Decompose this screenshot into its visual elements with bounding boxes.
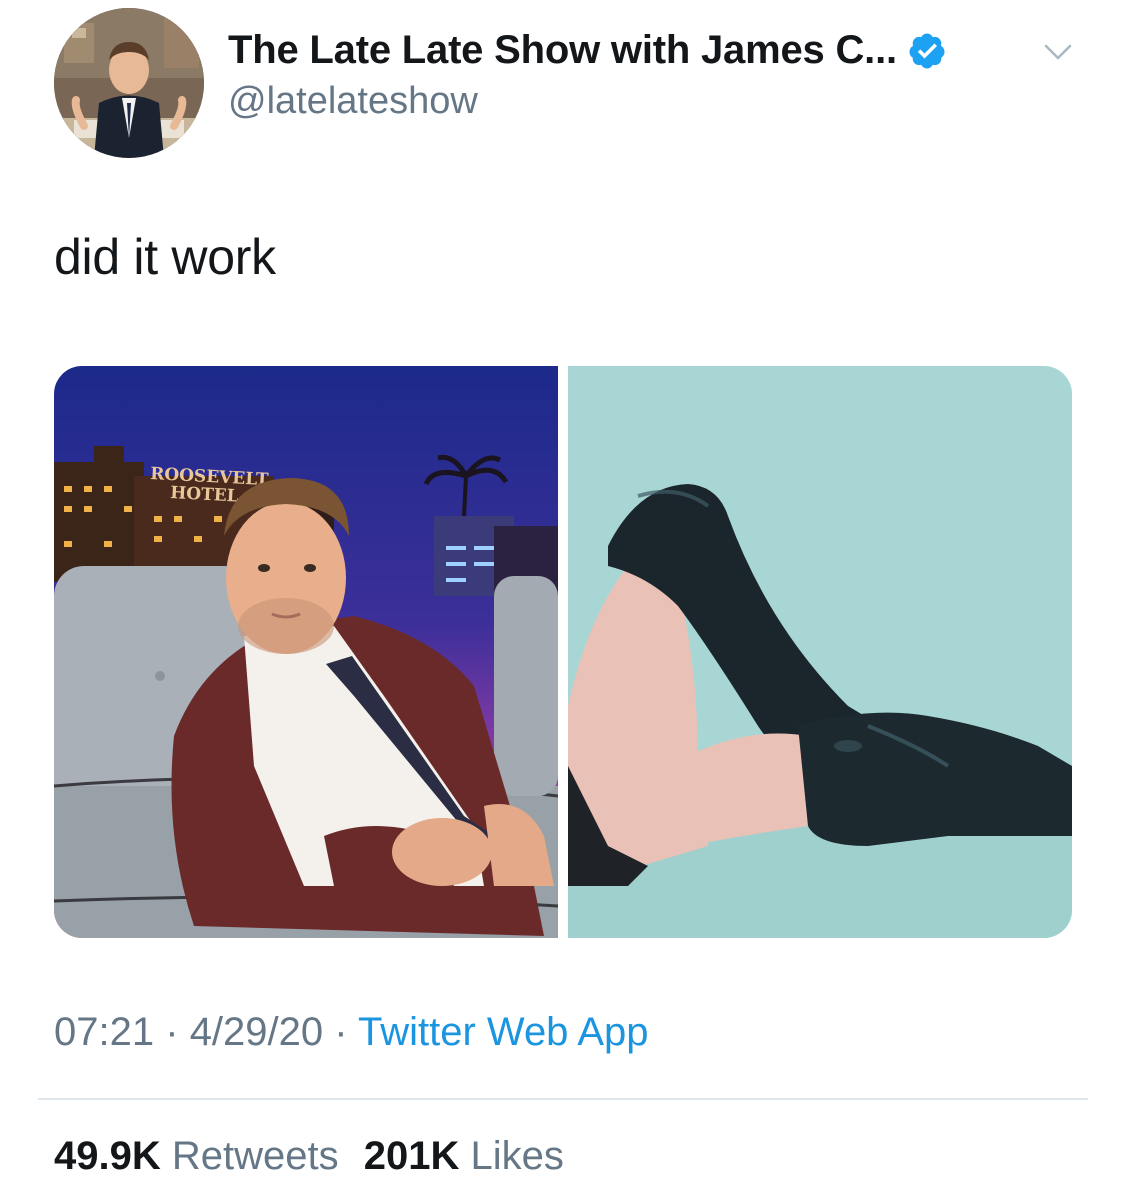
avatar[interactable] — [54, 8, 204, 158]
meta-separator: · — [165, 1010, 179, 1054]
name-row: The Late Late Show with James C... — [228, 28, 947, 73]
chevron-down-icon[interactable] — [1040, 40, 1076, 64]
handle[interactable]: @latelateshow — [228, 80, 478, 123]
media-photo-right[interactable] — [568, 366, 1072, 938]
photo-legs-in-boots — [568, 366, 1072, 938]
tweet-date[interactable]: 4/29/20 — [190, 1010, 323, 1054]
tweet-stats: 49.9K Retweets 201K Likes — [54, 1134, 564, 1179]
tweet-source-link[interactable]: Twitter Web App — [358, 1010, 649, 1054]
media-grid: ROOSEVELT HOTEL — [54, 366, 1072, 938]
meta-separator: · — [334, 1010, 348, 1054]
tweet-time[interactable]: 07:21 — [54, 1010, 154, 1054]
likes-stat[interactable]: 201K Likes — [364, 1134, 564, 1178]
tweet-meta: 07:21 · 4/29/20 · Twitter Web App — [54, 1010, 649, 1055]
tweet-text: did it work — [54, 229, 276, 285]
retweets-stat[interactable]: 49.9K Retweets — [54, 1134, 350, 1178]
media-photo-left[interactable]: ROOSEVELT HOTEL — [54, 366, 558, 938]
verified-badge-icon — [909, 33, 945, 68]
photo-man-on-couch: ROOSEVELT HOTEL — [54, 366, 558, 938]
avatar-image — [54, 8, 204, 158]
sign-line2: HOTEL — [170, 483, 239, 507]
likes-count: 201K — [363, 1134, 460, 1178]
likes-label: Likes — [470, 1134, 564, 1178]
divider — [38, 1098, 1088, 1100]
display-name[interactable]: The Late Late Show with James C... — [228, 28, 897, 73]
retweets-count: 49.9K — [54, 1134, 161, 1178]
retweets-label: Retweets — [171, 1134, 339, 1178]
